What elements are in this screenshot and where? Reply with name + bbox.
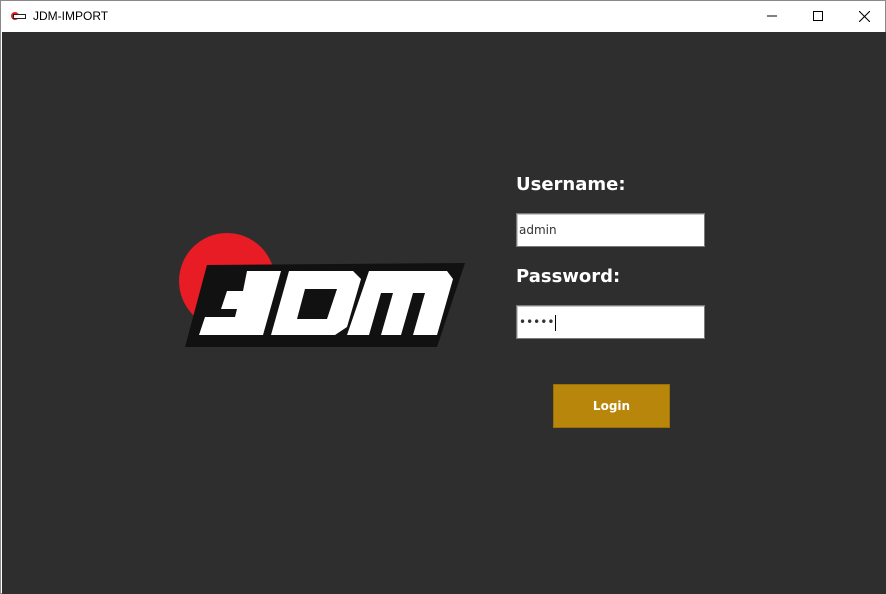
username-value: admin (519, 223, 557, 237)
password-value: ••••• (519, 315, 555, 329)
minimize-button[interactable] (749, 1, 795, 31)
password-label: Password: (516, 266, 621, 287)
login-button[interactable]: Login (553, 384, 670, 428)
window-title: JDM-IMPORT (33, 9, 109, 23)
minimize-icon (767, 15, 777, 17)
close-icon (858, 10, 870, 22)
app-window: JDM-IMPORT Username: admin Password: •••… (0, 0, 886, 594)
maximize-icon (813, 11, 823, 21)
maximize-button[interactable] (795, 1, 841, 31)
close-button[interactable] (841, 1, 886, 31)
app-icon (11, 12, 26, 20)
jdm-logo (179, 233, 465, 347)
username-input[interactable]: admin (516, 213, 705, 247)
username-label: Username: (516, 174, 626, 195)
title-bar[interactable]: JDM-IMPORT (1, 1, 885, 31)
password-input[interactable]: ••••• (516, 305, 705, 339)
text-caret (555, 314, 557, 331)
